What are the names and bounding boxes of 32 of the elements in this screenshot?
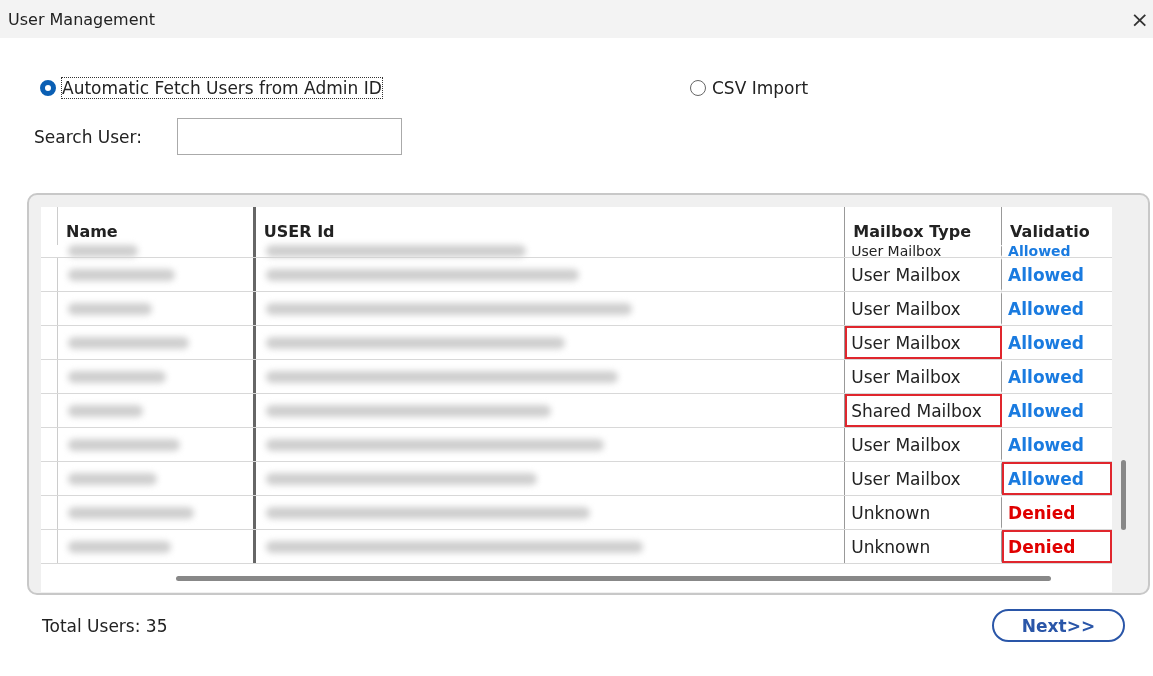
table-cell-text: Allowed	[1007, 331, 1085, 355]
table-cell-text: Allowed	[1007, 245, 1072, 257]
table-cell-text: Allowed	[1007, 365, 1085, 389]
table-cell-text: Allowed	[1007, 297, 1085, 321]
scrollbar-thumb[interactable]	[176, 575, 1051, 581]
total-users: Total Users: 35	[42, 615, 168, 636]
search-field[interactable]	[177, 118, 402, 155]
table-cell: Unknown	[845, 496, 1003, 529]
table-cell: Denied	[1002, 530, 1112, 563]
next-button[interactable]: Next>>	[992, 609, 1125, 642]
table-cell-text: Allowed	[1007, 433, 1085, 457]
radio-option[interactable]: CSV Import	[690, 74, 809, 102]
table-cell-text: Denied	[1007, 501, 1077, 525]
table-cell: User Mailbox	[845, 292, 1003, 325]
radio-option[interactable]: Automatic Fetch Users from Admin ID	[40, 74, 690, 102]
column-header[interactable]: Validatio	[1002, 207, 1112, 245]
table-cell-text: Allowed	[1007, 399, 1085, 423]
table-cell: Unknown	[845, 530, 1003, 563]
table-cell: User Mailbox	[845, 326, 1003, 359]
table-cell: User Mailbox	[845, 360, 1003, 393]
table-cell: Allowed	[1002, 462, 1112, 495]
table-cell-text: Allowed	[1007, 263, 1085, 287]
table-cell: User Mailbox	[845, 245, 1003, 257]
table-cell: User Mailbox	[845, 428, 1003, 461]
scrollbar-thumb[interactable]	[1121, 460, 1126, 530]
window-title: User Management	[8, 9, 155, 29]
search-label: Search User:	[34, 126, 142, 147]
table-cell: User Mailbox	[845, 258, 1003, 291]
column-header[interactable]: Mailbox Type	[845, 207, 1003, 245]
table-cell: User Mailbox	[845, 462, 1003, 495]
close-button[interactable]: ×	[1126, 6, 1153, 32]
table-cell: Shared Mailbox	[845, 394, 1003, 427]
